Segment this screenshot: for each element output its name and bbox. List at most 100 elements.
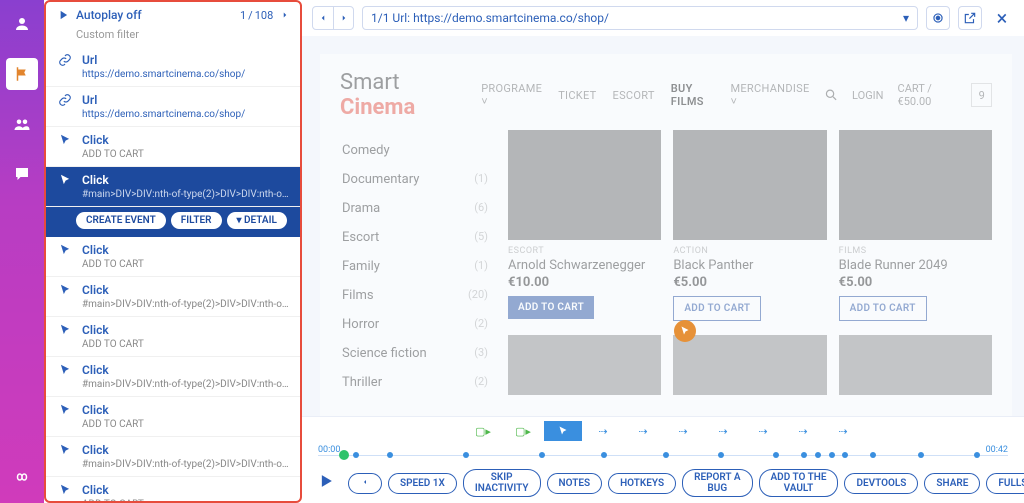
event-row[interactable]: ClickADD TO CART [46,127,300,167]
timeline-marker[interactable] [463,452,469,458]
category-item[interactable]: Science fiction(3) [340,339,490,368]
rail-chat-icon[interactable] [6,158,38,190]
event-row[interactable]: Urlhttps://demo.smartcinema.co/shop/ [46,87,300,127]
event-row[interactable]: Click#main>DIV>DIV:nth-of-type(2)>DIV>DI… [46,437,300,477]
category-item[interactable]: Comedy [340,136,490,165]
cart-count[interactable]: 9 [971,83,992,107]
speed-button[interactable]: SPEED 1X [388,473,457,494]
event-row[interactable]: Urlhttps://demo.smartcinema.co/shop/ [46,47,300,87]
event-row[interactable]: ClickADD TO CART [46,397,300,437]
rail-flag-icon[interactable] [6,58,38,90]
share-button[interactable]: SHARE [924,473,980,494]
timeline-marker[interactable] [842,452,848,458]
rail-user-icon[interactable] [6,8,38,40]
chevron-down-icon[interactable]: ▾ [903,11,909,25]
hotkeys-button[interactable]: HOTKEYS [608,473,676,494]
timeline-marker[interactable] [829,452,835,458]
nav-item[interactable]: ESCORT [613,89,655,102]
tl-filter-6[interactable]: ⇢ [704,421,742,441]
add-to-cart-button[interactable]: ADD TO CART [839,296,927,321]
timeline-marker[interactable] [918,452,924,458]
category-item[interactable]: Documentary(1) [340,165,490,194]
add-vault-button[interactable]: ADD TO THEVAULT [759,469,839,497]
search-icon[interactable] [824,87,839,103]
category-item[interactable]: Thriller(2) [340,368,490,397]
category-item[interactable]: Escort(5) [340,223,490,252]
event-row[interactable]: Click#main>DIV>DIV:nth-of-type(2)>DIV>DI… [46,357,300,397]
event-row[interactable]: Click#main>DIV>DIV:nth-of-type(2)>DIV>DI… [46,167,300,207]
timeline-marker[interactable] [870,452,876,458]
nav-back-button[interactable] [313,7,333,29]
tl-filter-3[interactable]: ⇢ [584,421,622,441]
close-button[interactable]: × [990,6,1014,30]
report-bug-button[interactable]: REPORT ABUG [682,469,752,497]
nav-forward-button[interactable] [333,7,353,29]
product-image[interactable] [839,130,992,240]
tl-filter-9[interactable]: ⇢ [824,421,862,441]
timeline-marker[interactable] [801,452,807,458]
tl-filter-8[interactable]: ⇢ [784,421,822,441]
custom-filter-label[interactable]: Custom filter [46,28,300,47]
product-name[interactable]: Blade Runner 2049 [839,258,992,273]
timeline-marker[interactable] [601,452,607,458]
rail-infinity-icon[interactable] [6,461,38,493]
prev-button[interactable] [348,473,382,494]
tl-filter-cursor[interactable] [544,421,582,441]
fullscreen-button[interactable]: FULLSCREEN [986,473,1024,494]
rail-users-icon[interactable] [6,108,38,140]
category-item[interactable]: Family(1) [340,252,490,281]
event-row[interactable]: ClickADD TO CART [46,317,300,357]
tl-filter-5[interactable]: ⇢ [664,421,702,441]
tl-filter-4[interactable]: ⇢ [624,421,662,441]
timeline-marker[interactable] [387,452,393,458]
product-thumb[interactable] [673,335,826,395]
timeline-marker[interactable] [974,452,980,458]
category-item[interactable]: Drama(6) [340,194,490,223]
create-event-button[interactable]: CREATE EVENT [76,212,166,229]
cart-link[interactable]: CART / €50.00 [898,82,958,108]
add-to-cart-button[interactable]: ADD TO CART [508,296,594,319]
timeline-marker[interactable] [353,452,359,458]
nav-item[interactable]: MERCHANDISE ˅ [730,82,809,108]
product-thumb[interactable] [839,335,992,395]
nav-item[interactable]: PROGRAME ˅ [481,82,542,108]
event-row[interactable]: Click#main>DIV>DIV:nth-of-type(2)>DIV>DI… [46,277,300,317]
add-to-cart-button[interactable]: ADD TO CART [673,296,761,321]
timeline-marker[interactable] [718,452,724,458]
tl-filter-7[interactable]: ⇢ [744,421,782,441]
product-image[interactable] [673,130,826,240]
filter-button[interactable]: FILTER [171,212,222,229]
tl-filter-2[interactable]: ▢▸ [504,421,542,441]
category-item[interactable]: Films(20) [340,281,490,310]
autoplay-toggle[interactable]: Autoplay off [76,8,142,22]
timeline-marker[interactable] [663,452,669,458]
open-external-icon[interactable] [958,6,982,30]
skip-inactivity-button[interactable]: SKIPINACTIVITY [463,469,541,497]
tl-filter-1[interactable]: ▢▸ [464,421,502,441]
category-item[interactable]: Horror(2) [340,310,490,339]
devtools-button[interactable]: DEVTOOLS [844,473,918,494]
product-name[interactable]: Arnold Schwarzenegger [508,258,661,273]
nav-item[interactable]: BUY FILMS [671,82,715,108]
recorded-cursor-icon [674,320,696,342]
detail-button[interactable]: ▾ DETAIL [227,212,287,229]
product-thumb[interactable] [508,335,661,395]
cursor-icon [56,243,74,270]
timeline-marker[interactable] [773,452,779,458]
play-button[interactable] [316,471,336,495]
product-image[interactable] [508,130,661,240]
event-pager[interactable]: 1/108 [240,9,290,22]
timeline-marker[interactable] [539,452,545,458]
event-action-buttons: CREATE EVENT FILTER ▾ DETAIL [46,207,300,237]
notes-button[interactable]: NOTES [547,473,603,494]
product-price: €10.00 [508,275,661,290]
event-row[interactable]: ClickADD TO CART [46,477,300,501]
timeline-marker[interactable] [815,452,821,458]
event-row[interactable]: ClickADD TO CART [46,237,300,277]
timeline[interactable]: 00:00 00:42 [318,447,1008,463]
target-icon[interactable] [926,6,950,30]
nav-item[interactable]: TICKET [558,89,596,102]
login-link[interactable]: LOGIN [852,89,883,102]
product-name[interactable]: Black Panther [673,258,826,273]
url-bar[interactable]: 1/1 Url: https://demo.smartcinema.co/sho… [362,6,918,30]
